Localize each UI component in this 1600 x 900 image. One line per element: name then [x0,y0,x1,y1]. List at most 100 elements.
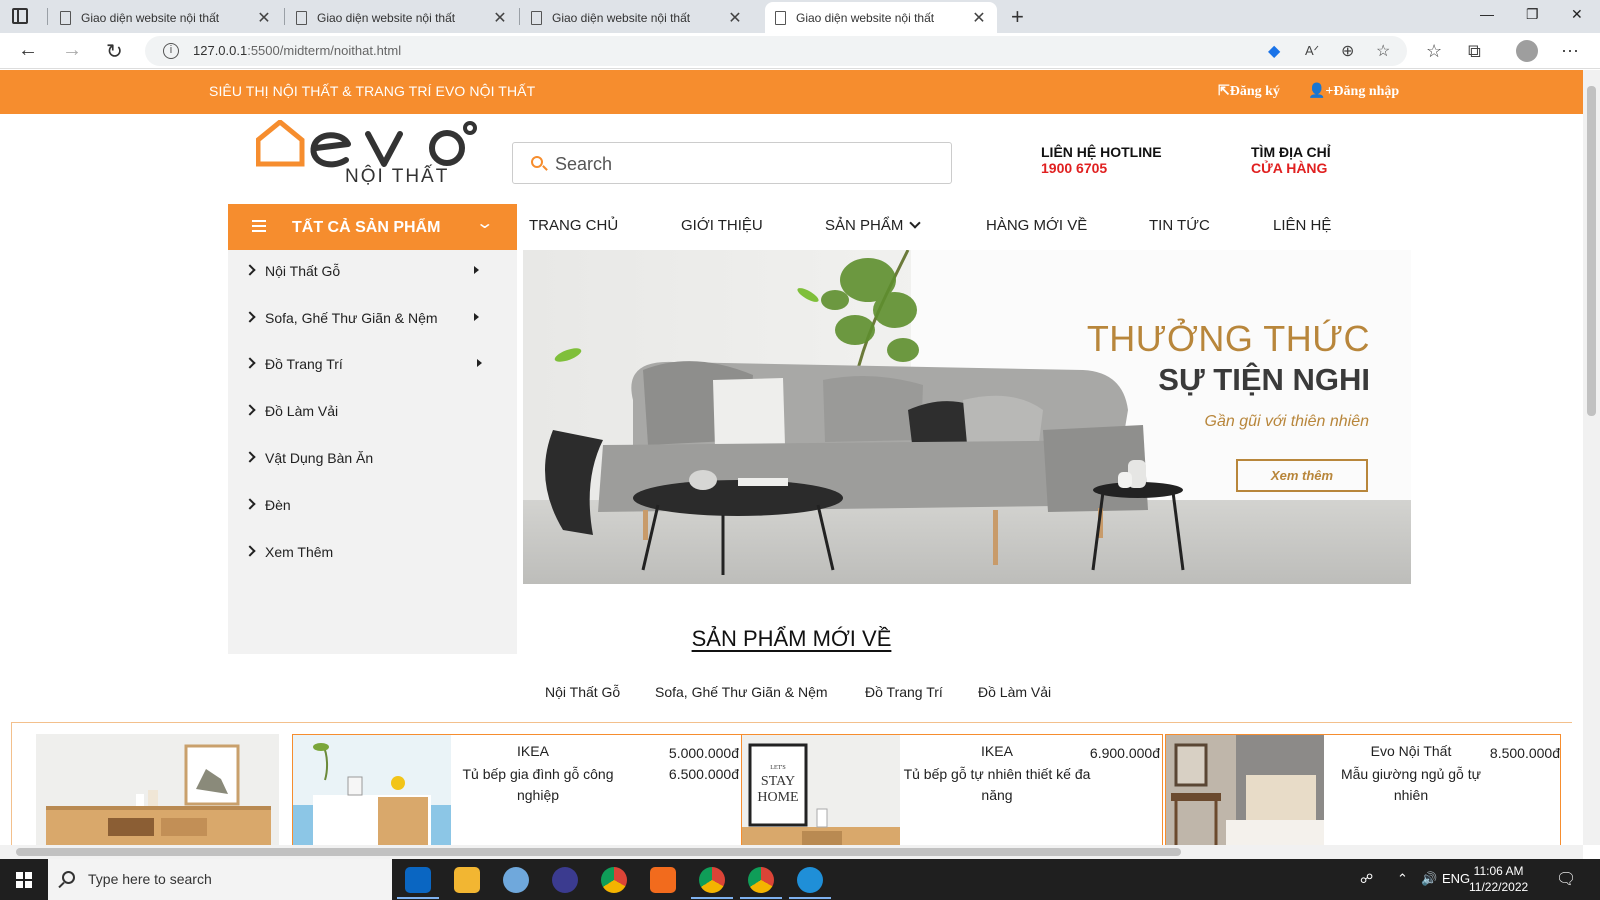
close-icon[interactable]: ✕ [492,8,508,28]
taskbar-search-placeholder: Type here to search [88,871,212,887]
banner-title-secondary: SỰ TIỆN NGHI [1158,362,1370,397]
scrollbar-thumb[interactable] [1587,86,1596,416]
notifications-icon[interactable]: 🗨 [1556,869,1576,889]
browser-tab[interactable]: Giao diện website nội thất ✕ [521,2,753,33]
nav-news[interactable]: TIN TỨC [1149,217,1210,234]
sidebar-item-fabric[interactable]: Đồ Làm Vải [228,390,517,434]
sidebar-item-label: Xem Thêm [265,544,334,560]
close-icon[interactable]: ✕ [727,8,743,28]
language-indicator[interactable]: ENG [1442,871,1470,886]
hamburger-icon [252,220,266,232]
profile-avatar[interactable] [1516,40,1538,62]
nav-home[interactable]: TRANG CHỦ [529,217,618,234]
taskbar-clock[interactable]: 11:06 AM 11/22/2022 [1469,863,1528,895]
search-icon[interactable] [531,156,543,168]
product-image: LET'S STAY HOME [742,735,900,845]
info-icon[interactable]: i [163,43,179,59]
register-link[interactable]: ⇱Đăng ký [1218,83,1280,100]
read-aloud-icon[interactable]: Aᐟ [1305,43,1319,59]
svg-text:LET'S: LET'S [770,765,785,771]
url-field[interactable]: i 127.0.0.1:5500/midterm/noithat.html ◆ … [145,36,1407,66]
hero-banner: THƯỞNG THỨC SỰ TIỆN NGHI Gần gũi với thi… [523,250,1411,584]
product-card[interactable]: LET'S STAY HOME IKEA Tủ bếp gỗ tự nhiên … [741,734,1163,845]
all-products-toggle[interactable]: TẤT CẢ SẢN PHẨM ⌄ [228,204,517,250]
hotline-contact[interactable]: LIÊN HỆ HOTLINE 1900 6705 [1041,144,1162,176]
horizontal-scrollbar[interactable] [0,845,1583,859]
url-host: 127.0.0.1 [193,43,248,58]
zoom-icon[interactable]: ⊕ [1341,41,1354,61]
chevron-right-icon [244,311,256,323]
tab-title: Giao diện website nội thất [796,10,935,25]
product-name: Tủ bếp gia đình gỗ công nghiệp [462,766,614,803]
login-link[interactable]: 👤+Đăng nhập [1308,83,1399,100]
sidebar-item-sofa[interactable]: Sofa, Ghế Thư Giãn & Nệm [228,297,517,341]
more-menu-icon[interactable]: ⋯ [1561,41,1579,62]
taskbar-search[interactable]: Type here to search [48,859,392,900]
media-app-icon[interactable] [552,867,578,893]
nav-new-arrivals[interactable]: HÀNG MỚI VỀ [986,217,1087,234]
nav-contact[interactable]: LIÊN HỆ [1273,217,1331,234]
sidebar-item-more[interactable]: Xem Thêm [228,531,517,575]
filter-tab-decor[interactable]: Đồ Trang Trí [865,684,943,700]
close-icon[interactable]: ✕ [256,8,272,28]
paint-icon[interactable] [503,867,529,893]
product-card[interactable]: Evo Nội Thất Mẫu giường ngủ gỗ tự nhiên … [1165,734,1561,845]
search-input[interactable] [555,151,935,177]
collections-icon[interactable]: ⧉ [1468,41,1481,62]
close-window-icon[interactable]: ✕ [1571,6,1583,23]
new-tab-icon[interactable]: + [1011,4,1024,30]
edge-icon[interactable] [789,867,831,899]
product-card[interactable]: IKEA Tủ bếp gia đình gỗ công nghiệp 5.00… [292,734,742,845]
forward-icon[interactable]: → [62,39,82,62]
tab-actions-icon[interactable] [12,8,28,24]
banner-title-primary: THƯỞNG THỨC [1086,318,1370,359]
vscode-icon[interactable] [397,867,439,899]
kitchen-cabinet-illustration [293,743,451,845]
browser-tab-bar: Giao diện website nội thất ✕ Giao diện w… [0,0,1600,33]
chevron-up-icon[interactable]: ⌃ [1397,871,1408,887]
browser-tab[interactable]: Giao diện website nội thất ✕ [286,2,518,33]
chevron-right-icon [244,498,256,510]
sidebar-item-label: Sofa, Ghế Thư Giãn & Nệm [265,310,438,326]
add-favorite-icon[interactable]: ☆ [1376,41,1390,61]
tab-separator [519,8,520,25]
vertical-scrollbar[interactable] [1583,70,1600,845]
sublime-icon[interactable] [650,867,676,893]
nav-products[interactable]: SẢN PHẨM [825,217,922,234]
chrome-icon[interactable] [601,867,627,893]
chrome-profile-icon[interactable] [691,867,733,899]
file-explorer-icon[interactable] [454,867,480,893]
scrollbar-thumb[interactable] [16,848,1181,856]
chrome-profile-icon[interactable] [740,867,782,899]
volume-icon[interactable]: 🔊 [1421,871,1437,887]
filter-tab-wood[interactable]: Nội Thất Gỗ [545,684,620,700]
favorites-icon[interactable]: ☆ [1426,41,1442,62]
back-icon[interactable]: ← [18,39,38,62]
refresh-icon[interactable]: ↻ [106,39,123,64]
minimize-icon[interactable]: — [1480,6,1494,22]
section-title: SẢN PHẨM MỚI VỀ [0,626,1583,652]
filter-tab-sofa[interactable]: Sofa, Ghế Thư Giãn & Nệm [655,684,828,700]
address-bar: ← → ↻ i 127.0.0.1:5500/midterm/noithat.h… [0,33,1600,69]
hotline-label: LIÊN HỆ HOTLINE [1041,144,1162,160]
browser-tab-active[interactable]: Giao diện website nội thất ✕ [765,2,997,33]
sidebar-item-wood-furniture[interactable]: Nội Thất Gỗ [228,250,517,294]
sidebar-item-lighting[interactable]: Đèn [228,484,517,528]
people-icon[interactable]: ☍ [1360,871,1373,887]
chevron-down-icon [909,217,922,229]
store-locator[interactable]: TÌM ĐỊA CHỈ CỬA HÀNG [1251,144,1331,176]
register-icon: ⇱ [1218,84,1230,99]
banner-see-more-button[interactable]: Xem thêm [1236,459,1368,492]
page-icon [775,10,786,25]
browser-tab[interactable]: Giao diện website nội thất ✕ [50,2,282,33]
restore-icon[interactable]: ❐ [1526,6,1539,23]
sidebar-item-decor[interactable]: Đồ Trang Trí [228,343,517,387]
product-image[interactable] [36,734,279,845]
windows-start-icon[interactable] [16,872,32,888]
sidebar-item-tableware[interactable]: Vật Dụng Bàn Ăn [228,437,517,481]
section-title-text[interactable]: SẢN PHẨM MỚI VỀ [692,626,892,651]
nav-about[interactable]: GIỚI THIỆU [681,217,763,234]
close-icon[interactable]: ✕ [971,8,987,28]
filter-tab-fabric[interactable]: Đồ Làm Vải [978,684,1051,700]
shopping-tag-icon[interactable]: ◆ [1268,41,1280,61]
